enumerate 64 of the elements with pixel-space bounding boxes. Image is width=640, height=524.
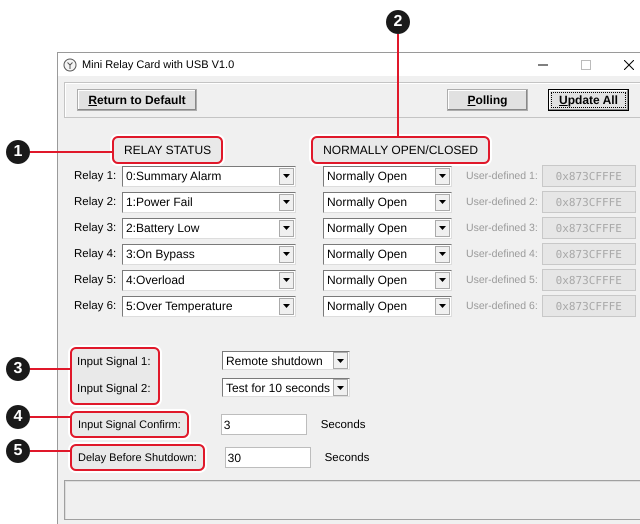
setting-label: Delay Before Shutdown: [70, 444, 205, 471]
dropdown-arrow-icon [337, 358, 344, 362]
dropdown-arrow-icon [439, 278, 446, 282]
dropdown[interactable]: Normally Open [323, 244, 452, 264]
user-defined-label: User-defined 6: [466, 300, 538, 312]
dropdown[interactable]: 4:Overload [122, 270, 296, 290]
dropdown-arrow-icon [439, 226, 446, 230]
dropdown[interactable]: Test for 10 seconds [222, 378, 350, 397]
dropdown-arrow-icon [283, 304, 290, 308]
relay-label: Relay 4: [74, 248, 118, 260]
user-defined-label: User-defined 5: [466, 274, 538, 286]
dropdown-arrow-icon [283, 226, 290, 230]
callout-number: 4 [6, 405, 30, 429]
dropdown[interactable]: Normally Open [323, 166, 452, 186]
user-defined-label: User-defined 1: [466, 170, 538, 182]
relay-label: Relay 6: [74, 300, 118, 312]
unit-label: Seconds [320, 418, 366, 430]
minimize-icon[interactable] [538, 64, 548, 66]
dropdown-arrow-icon [283, 252, 290, 256]
leader-line [30, 416, 70, 418]
dropdown[interactable]: 2:Battery Low [122, 218, 296, 238]
dropdown[interactable]: 5:Over Temperature [122, 296, 296, 316]
input-field[interactable]: 30 [224, 447, 311, 468]
dropdown[interactable]: 1:Power Fail [122, 192, 296, 212]
dropdown-arrow-icon [439, 174, 446, 178]
user-defined-label: User-defined 4: [466, 248, 538, 260]
relay-label: Relay 5: [74, 274, 118, 286]
relay-label: Relay 1: [74, 170, 118, 182]
dropdown[interactable]: Normally Open [323, 218, 452, 238]
dropdown[interactable]: Normally Open [323, 270, 452, 290]
relay-label: Relay 2: [74, 196, 118, 208]
dropdown-arrow-icon [439, 200, 446, 204]
input-field[interactable]: 3 [220, 414, 307, 435]
callout-number: 2 [386, 10, 410, 34]
callout-number: 5 [6, 439, 30, 463]
relay-label: Relay 3: [74, 222, 118, 234]
leader-line [30, 450, 70, 452]
dropdown-arrow-icon [337, 386, 344, 390]
user-defined-label: User-defined 3: [466, 222, 538, 234]
user-defined-label: User-defined 2: [466, 196, 538, 208]
dropdown[interactable]: Normally Open [323, 192, 452, 212]
polling-button[interactable]: Polling [447, 89, 528, 111]
default-button[interactable]: Return to Default [77, 89, 197, 111]
unit-label: Seconds [324, 452, 370, 464]
dropdown[interactable]: 3:On Bypass [122, 244, 296, 264]
dropdown[interactable]: Remote shutdown [222, 351, 350, 370]
update-button[interactable]: Update All [548, 89, 629, 111]
callout-number: 1 [6, 140, 30, 164]
column-header: RELAY STATUS [112, 136, 224, 164]
input-signal-label: Input Signal 2: [77, 382, 152, 397]
dropdown-arrow-icon [283, 200, 290, 204]
close-icon[interactable] [624, 60, 634, 70]
app-icon [63, 58, 77, 72]
column-header: NORMALLY OPEN/CLOSED [311, 136, 490, 164]
setting-label: Input Signal Confirm: [70, 411, 189, 438]
window-title: Mini Relay Card with USB V1.0 [82, 58, 234, 70]
callout-number: 3 [6, 357, 30, 381]
dropdown-arrow-icon [439, 304, 446, 308]
input-signal-label: Input Signal 1: [77, 355, 152, 370]
dropdown[interactable]: Normally Open [323, 296, 452, 316]
dropdown-arrow-icon [439, 252, 446, 256]
dropdown[interactable]: 0:Summary Alarm [122, 166, 296, 186]
dropdown-arrow-icon [283, 174, 290, 178]
dropdown-arrow-icon [283, 278, 290, 282]
